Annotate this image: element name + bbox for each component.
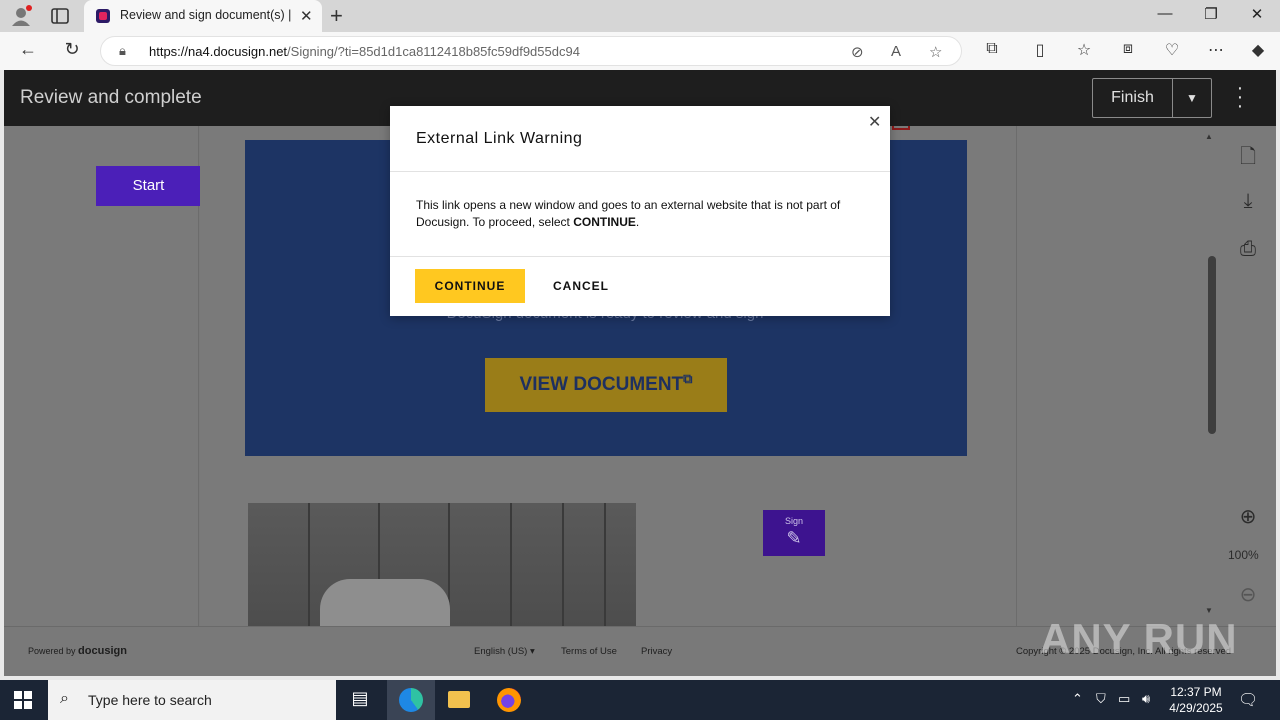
url-text: https://na4.docusign.net/Signing/?ti=85d… (149, 44, 580, 59)
view-document-button[interactable]: VIEW DOCUMENT⧉ (485, 358, 727, 412)
taskbar-search[interactable]: ⌕ Type here to search (48, 680, 336, 720)
file-explorer-icon[interactable] (448, 691, 470, 708)
refresh-icon[interactable]: ↻ (60, 39, 84, 60)
privacy-link[interactable]: Privacy (641, 646, 672, 657)
scroll-down-icon[interactable]: ▼ (1205, 606, 1213, 615)
external-link-icon: ⧉ (683, 371, 693, 386)
notifications-icon[interactable]: 🗨︎ (1238, 690, 1258, 710)
system-clock[interactable]: 12:37 PM 4/29/2025 (1166, 684, 1226, 716)
external-link-warning-dialog: External Link Warning ✕ This link opens … (390, 106, 890, 316)
tray-overflow-chevron-up-icon[interactable]: ⌃ (1072, 691, 1083, 707)
copilot-icon[interactable]: ◆ (1246, 40, 1270, 60)
zoom-level: 100% (1228, 548, 1259, 562)
terms-link[interactable]: Terms of Use (561, 646, 617, 657)
cancel-button[interactable]: CANCEL (540, 269, 622, 303)
new-tab-icon[interactable]: + (330, 3, 343, 29)
docusign-logo: docusign (78, 645, 127, 657)
firefox-icon[interactable] (497, 688, 521, 712)
browser-tab-strip: Review and sign document(s) | D ✕ + — ❐ … (0, 0, 1280, 32)
sign-here-button[interactable]: Sign ✎ (763, 510, 825, 556)
profile-icon[interactable] (10, 5, 32, 27)
tracking-prevention-icon[interactable]: ⊘ (851, 43, 864, 61)
view-document-label: VIEW DOCUMENT (519, 374, 684, 395)
document-icon[interactable]: 🗋︎ (1236, 142, 1260, 176)
dialog-title: External Link Warning (416, 130, 583, 147)
settings-more-icon[interactable]: ⋯ (1204, 40, 1228, 60)
minimize-icon[interactable]: — (1154, 5, 1176, 22)
language-selector[interactable]: English (US) ▾ (474, 646, 535, 657)
tab-title: Review and sign document(s) | D (120, 8, 292, 22)
windows-taskbar: ⌕ Type here to search ▤ ⌃ ⛉ ▭ 🔊︎ 12:37 P… (0, 680, 1280, 720)
tray-security-icon[interactable]: ⛉ (1096, 691, 1106, 707)
task-view-icon[interactable]: ▤ (347, 688, 373, 712)
docusign-favicon-icon (96, 9, 110, 23)
zoom-in-icon[interactable]: ⊕ (1236, 504, 1260, 529)
sign-label: Sign (784, 516, 803, 526)
window-close-icon[interactable]: ✕ (1246, 5, 1268, 23)
windows-start-icon[interactable] (14, 691, 32, 709)
anyrun-watermark: ANY RUN (1040, 615, 1238, 662)
split-screen-icon[interactable]: ▯ (1028, 40, 1052, 60)
pen-icon: ✎ (786, 528, 802, 548)
scrollbar-thumb[interactable] (1208, 256, 1216, 434)
dialog-close-icon[interactable]: ✕ (868, 112, 881, 132)
edge-icon[interactable] (399, 688, 423, 712)
extensions-icon[interactable]: ⧉ (980, 40, 1004, 58)
favorites-icon[interactable]: ☆ (1072, 40, 1096, 60)
back-arrow-icon[interactable]: ← (16, 39, 40, 60)
lock-icon[interactable]: 🔒︎ (119, 43, 126, 59)
continue-button[interactable]: CONTINUE (415, 269, 525, 303)
scroll-up-icon[interactable]: ▲ (1205, 132, 1213, 141)
tab-docusign[interactable]: Review and sign document(s) | D ✕ (84, 0, 322, 32)
print-icon[interactable]: ⎙ (1236, 238, 1260, 261)
dialog-message: This link opens a new window and goes to… (416, 198, 841, 229)
restore-icon[interactable]: ❐ (1200, 5, 1222, 23)
more-options-icon[interactable]: · · · (1230, 78, 1250, 116)
volume-icon[interactable]: 🔊︎ (1142, 691, 1150, 707)
page-title: Review and complete (20, 87, 202, 108)
right-gutter (1016, 126, 1208, 626)
taskbar-search-placeholder: Type here to search (88, 692, 212, 708)
finish-button-group: Finish ▼ (1092, 78, 1212, 118)
network-icon[interactable]: ▭ (1118, 691, 1130, 707)
clock-time: 12:37 PM (1170, 685, 1222, 699)
dialog-divider (390, 171, 890, 172)
address-bar[interactable]: 🔒︎ https://na4.docusign.net/Signing/?ti=… (100, 36, 962, 66)
favorite-star-icon[interactable]: ☆ (929, 43, 942, 61)
read-aloud-icon[interactable]: A (891, 43, 901, 60)
finish-button[interactable]: Finish (1093, 79, 1173, 117)
collections-icon[interactable]: ⧈ (1116, 40, 1140, 58)
finish-options-chevron-down-icon[interactable]: ▼ (1173, 79, 1211, 117)
tab-actions-icon[interactable] (50, 6, 70, 26)
download-icon[interactable]: ⤓ (1236, 190, 1260, 213)
tab-close-icon[interactable]: ✕ (300, 7, 313, 25)
powered-by: Powered by docusign (28, 645, 127, 657)
search-icon: ⌕ (60, 690, 69, 707)
browser-essentials-icon[interactable]: ♡ (1160, 40, 1184, 60)
clock-date: 4/29/2025 (1169, 701, 1223, 715)
document-photo (248, 503, 636, 626)
zoom-out-icon[interactable]: ⊖ (1236, 582, 1260, 607)
dialog-divider (390, 256, 890, 257)
start-button[interactable]: Start (96, 166, 201, 206)
field-marker (892, 126, 910, 130)
